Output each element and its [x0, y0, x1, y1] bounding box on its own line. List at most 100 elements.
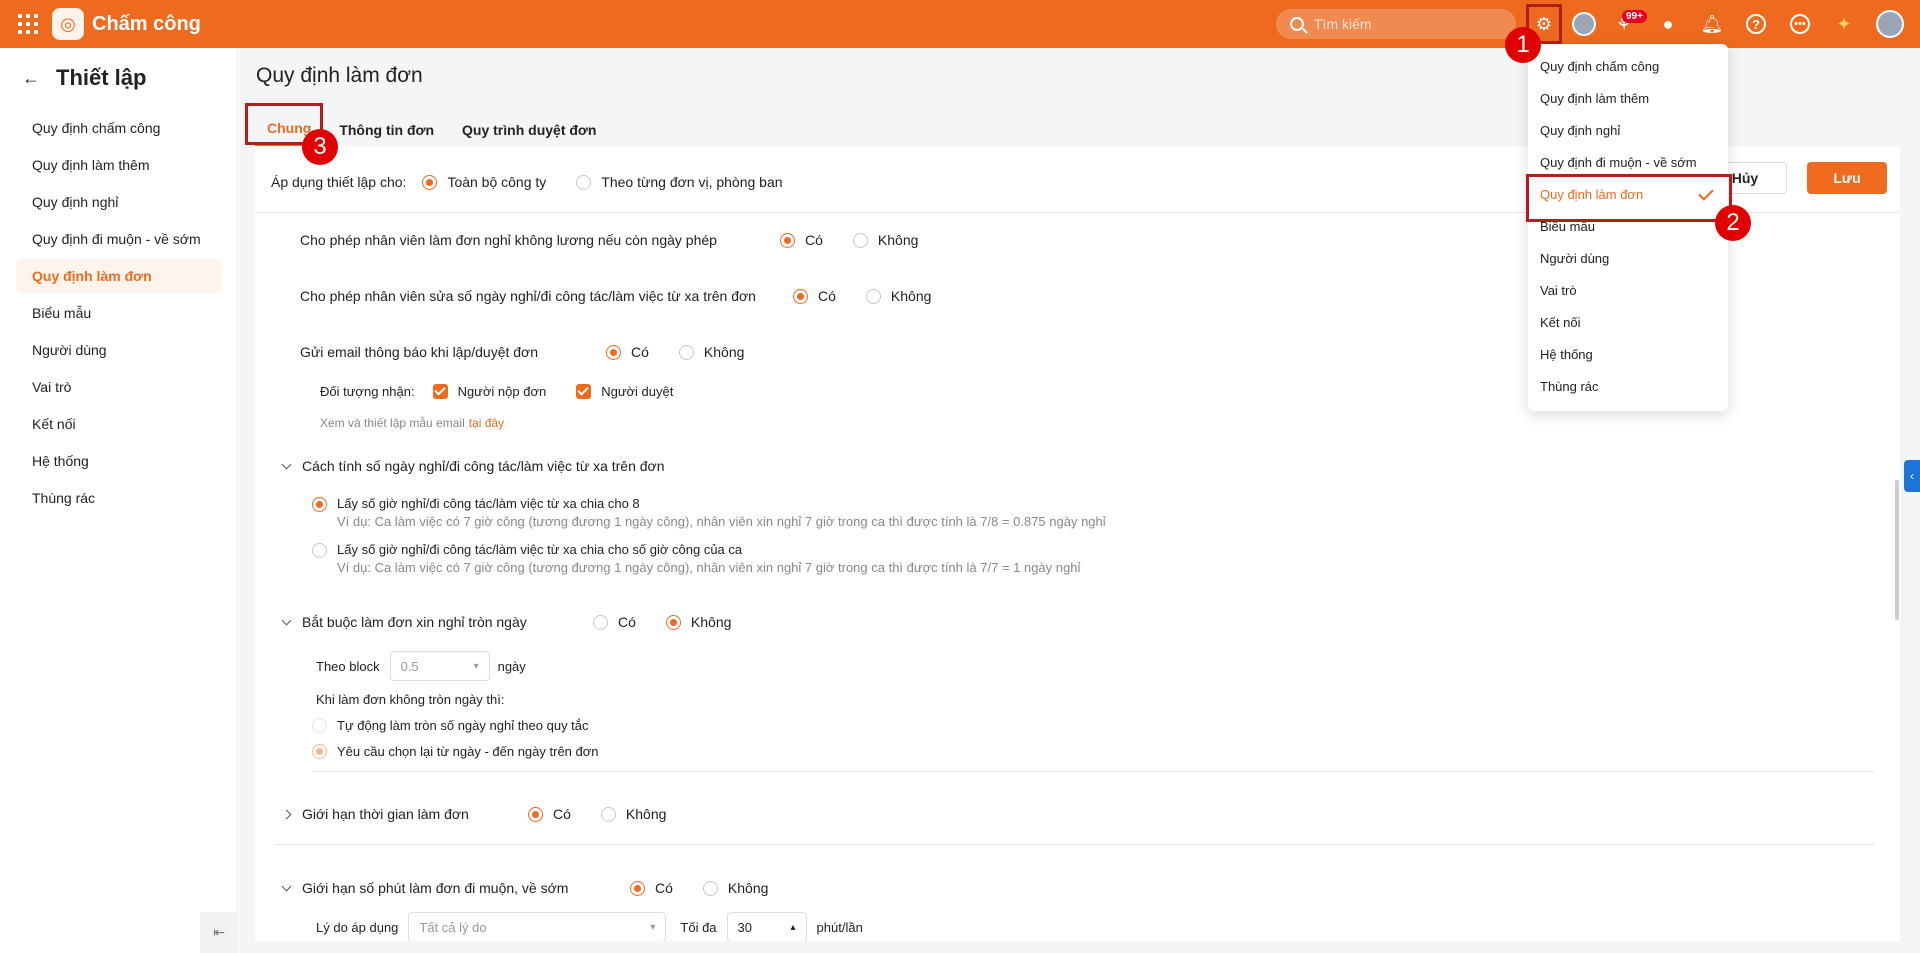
- highlight-box-menu-item: [1526, 174, 1732, 222]
- back-arrow-icon[interactable]: ←: [22, 68, 40, 89]
- app-title: Chấm công: [92, 12, 201, 35]
- sidebar-item-active[interactable]: Quy định làm đơn: [16, 259, 221, 293]
- sidebar-item[interactable]: Vai trò: [16, 370, 221, 404]
- max-label: Tối đa: [680, 919, 717, 935]
- search-icon: [1290, 17, 1304, 31]
- settings-dropdown: Quy định chấm công Quy định làm thêm Quy…: [1528, 44, 1728, 411]
- email-notify-label: Gửi email thông báo khi lập/duyệt đơn: [300, 344, 539, 360]
- email-notify-no[interactable]: Không: [678, 344, 744, 360]
- notification-badge: 99+: [1622, 10, 1647, 23]
- reason-select[interactable]: Tất cả lý do ▾: [408, 912, 667, 941]
- apply-whole-company[interactable]: Toàn bộ công ty: [422, 174, 546, 190]
- sidebar-item[interactable]: Quy định chấm công: [16, 111, 221, 145]
- collapse-sidebar-icon[interactable]: ⇤: [200, 912, 238, 953]
- dropdown-item[interactable]: Vai trò: [1528, 274, 1728, 306]
- edit-days-no[interactable]: Không: [865, 288, 931, 304]
- block-unit: ngày: [497, 658, 526, 674]
- chevron-right-icon[interactable]: [281, 809, 292, 819]
- bell-icon[interactable]: 🔔︎: [1700, 12, 1724, 36]
- sidebar-title: Thiết lập: [56, 65, 147, 90]
- apps-grid-icon[interactable]: [18, 14, 38, 34]
- block-label: Theo block: [316, 658, 380, 674]
- sidebar-header: ← Thiết lập: [0, 48, 237, 108]
- dropdown-item[interactable]: Quy định chấm công: [1528, 50, 1728, 82]
- calc-option-2[interactable]: [312, 543, 327, 558]
- user-avatar[interactable]: [1876, 10, 1904, 38]
- auto-round-option[interactable]: Tự động làm tròn số ngày nghỉ theo quy t…: [312, 718, 589, 733]
- search-placeholder: Tìm kiếm: [1314, 16, 1372, 32]
- apply-by-department[interactable]: Theo từng đơn vị, phòng ban: [576, 174, 783, 190]
- save-button[interactable]: Lưu: [1807, 162, 1887, 194]
- scrollbar[interactable]: [1895, 480, 1899, 620]
- calc-option-1[interactable]: [312, 497, 327, 512]
- sidebar: ← Thiết lập Quy định chấm công Quy định …: [0, 48, 238, 953]
- time-limit-title: Giới hạn thời gian làm đơn: [302, 806, 469, 822]
- sidebar-item[interactable]: Quy định nghỉ: [16, 185, 221, 219]
- full-day-yes[interactable]: Có: [593, 614, 636, 630]
- unpaid-leave-label: Cho phép nhân viên làm đơn nghỉ không lư…: [300, 232, 717, 248]
- email-template-link[interactable]: tại đây: [469, 416, 504, 430]
- dropdown-item[interactable]: Thùng rác: [1528, 370, 1728, 402]
- chevron-up-icon[interactable]: ▴: [791, 922, 796, 933]
- recipient-approver-checkbox[interactable]: Người duyệt: [576, 384, 673, 399]
- tab-approval-flow[interactable]: Quy trình duyệt đơn: [450, 122, 608, 146]
- time-limit-no[interactable]: Không: [600, 806, 666, 822]
- chevron-down-icon[interactable]: [281, 615, 292, 625]
- chevron-left-icon[interactable]: ‹: [1904, 460, 1920, 492]
- reason-label: Lý do áp dụng: [316, 919, 399, 935]
- tab-form-info[interactable]: Thông tin đơn: [327, 122, 446, 146]
- calc-option-2-label: Lấy số giờ nghỉ/đi công tác/làm việc từ …: [337, 542, 743, 557]
- recipient-submitter-checkbox[interactable]: Người nộp đơn: [432, 384, 546, 399]
- sidebar-item[interactable]: Biểu mẫu: [16, 296, 221, 330]
- sidebar-item[interactable]: Người dùng: [16, 333, 221, 367]
- edit-days-label: Cho phép nhân viên sửa số ngày nghỉ/đi c…: [300, 288, 756, 304]
- chevron-down-icon[interactable]: [281, 459, 292, 469]
- dropdown-item[interactable]: Người dùng: [1528, 242, 1728, 274]
- annotation-3: 3: [302, 129, 338, 165]
- sidebar-item[interactable]: Kết nối: [16, 407, 221, 441]
- max-unit: phút/lần: [816, 919, 863, 935]
- sidebar-item[interactable]: Quy định làm thêm: [16, 148, 221, 182]
- block-select[interactable]: 0.5 ▾: [389, 651, 490, 681]
- sidebar-item[interactable]: Quy định đi muộn - về sớm: [16, 222, 221, 256]
- sidebar-item[interactable]: Thùng rác: [16, 481, 221, 515]
- help-icon[interactable]: ?: [1744, 12, 1768, 36]
- sidebar-item[interactable]: Hệ thống: [16, 444, 221, 478]
- unpaid-leave-no[interactable]: Không: [852, 232, 918, 248]
- gift-icon[interactable]: ✦: [1832, 12, 1856, 36]
- full-day-no[interactable]: Không: [665, 614, 731, 630]
- more-icon[interactable]: •••: [1788, 12, 1812, 36]
- full-day-title: Bắt buộc làm đơn xin nghỉ tròn ngày: [302, 614, 527, 630]
- fingerprint-logo-icon: ◎: [52, 8, 84, 40]
- annotation-1: 1: [1505, 27, 1541, 63]
- calc-option-2-example: Ví dụ: Ca làm việc có 7 giờ công (tương …: [337, 560, 1081, 575]
- avatar-icon[interactable]: [1572, 12, 1596, 36]
- late-limit-no[interactable]: Không: [702, 880, 768, 896]
- annotation-2: 2: [1715, 205, 1751, 241]
- search-input[interactable]: Tìm kiếm: [1276, 9, 1516, 39]
- page-title: Quy định làm đơn: [256, 64, 423, 87]
- calc-option-1-label: Lấy số giờ nghỉ/đi công tác/làm việc từ …: [337, 496, 640, 511]
- email-template-note: Xem và thiết lập mẫu email: [320, 416, 465, 430]
- late-limit-yes[interactable]: Có: [630, 880, 673, 896]
- chevron-down-icon: ▾: [473, 660, 479, 672]
- chat-icon[interactable]: ●: [1656, 12, 1680, 36]
- not-full-day-label: Khi làm đơn không tròn ngày thì:: [316, 692, 505, 707]
- chevron-down-icon[interactable]: [281, 881, 292, 891]
- calc-method-title: Cách tính số ngày nghỉ/đi công tác/làm v…: [302, 458, 665, 474]
- recipients-label: Đối tượng nhận:: [320, 384, 415, 399]
- reselect-dates-option[interactable]: Yêu cầu chọn lại từ ngày - đến ngày trên…: [312, 744, 599, 759]
- unpaid-leave-yes[interactable]: Có: [780, 232, 823, 248]
- edit-days-yes[interactable]: Có: [793, 288, 836, 304]
- dropdown-item[interactable]: Quy định làm thêm: [1528, 82, 1728, 114]
- time-limit-yes[interactable]: Có: [528, 806, 571, 822]
- calc-option-1-example: Ví dụ: Ca làm việc có 7 giờ công (tương …: [337, 514, 1106, 529]
- dropdown-item[interactable]: Hệ thống: [1528, 338, 1728, 370]
- dropdown-item[interactable]: Kết nối: [1528, 306, 1728, 338]
- email-notify-yes[interactable]: Có: [606, 344, 649, 360]
- chevron-down-icon: ▾: [650, 921, 656, 933]
- dropdown-item[interactable]: Quy định nghỉ: [1528, 114, 1728, 146]
- apply-label: Áp dụng thiết lập cho:: [271, 174, 407, 190]
- late-limit-title: Giới hạn số phút làm đơn đi muộn, về sớm: [302, 880, 569, 896]
- max-minutes-stepper[interactable]: 30 ▴: [726, 912, 807, 941]
